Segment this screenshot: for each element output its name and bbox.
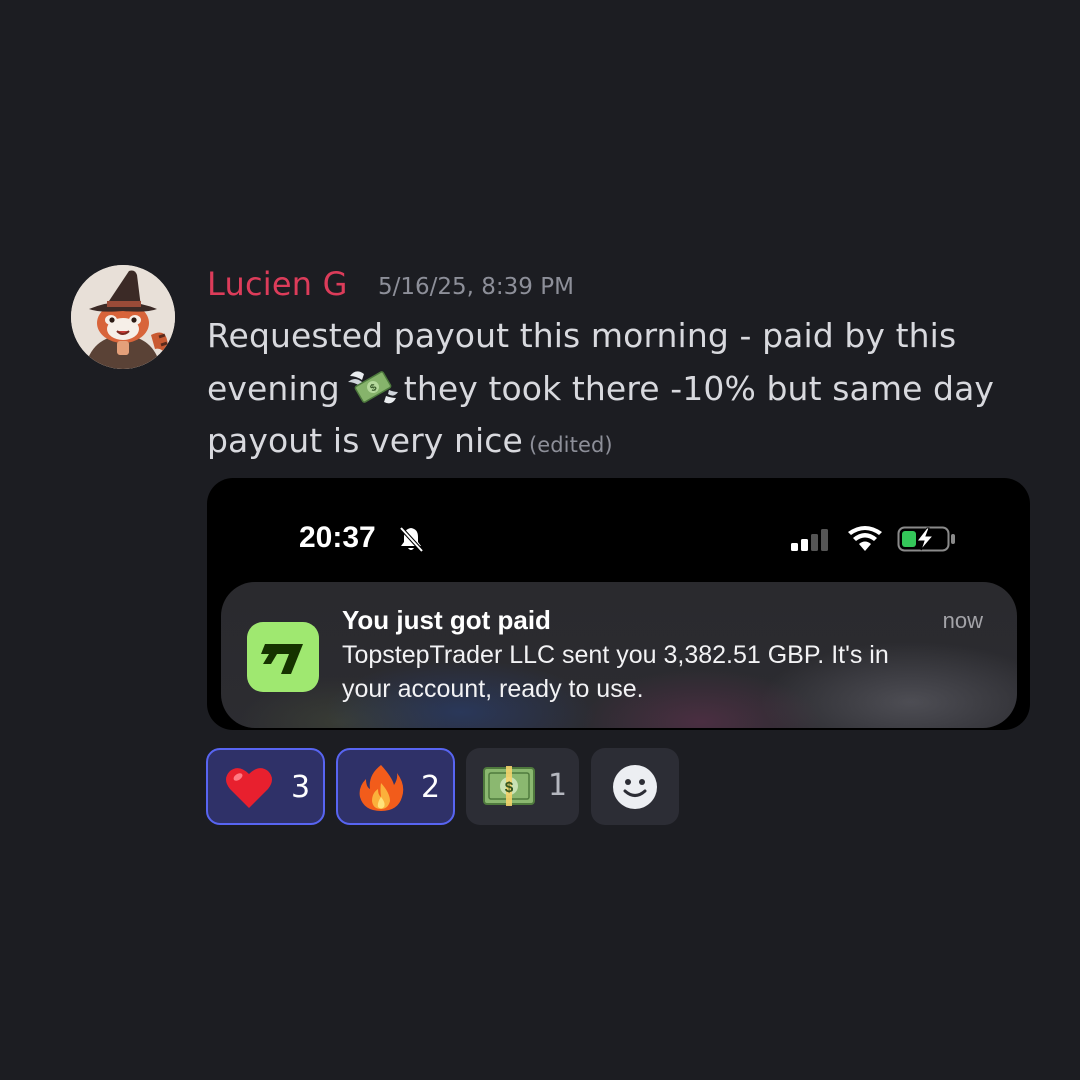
edited-label: (edited) [528,433,613,457]
reaction-fire[interactable]: 2 [336,748,455,825]
notification-time: now [942,608,983,633]
notification-body-line: TopstepTrader LLC sent you 3,382.51 GBP.… [342,641,889,669]
fire-icon [359,765,404,811]
payment-notification: You just got paid now TopstepTrader LLC … [221,582,1017,728]
reaction-count: 3 [291,770,311,805]
message-line-text: evening [207,368,340,408]
heart-icon [226,768,272,808]
wise-app-icon [247,622,319,692]
reaction-count: 2 [421,770,441,805]
message-line-text: they took there -10% but same day [403,368,995,408]
message-line: Requested payout this morning - paid by … [207,316,957,355]
image-attachment[interactable]: 20:37 You just got paid now TopstepTrade… [207,478,1030,730]
message-timestamp: 5/16/25, 8:39 PM [378,274,574,300]
battery-charging-icon [897,526,955,552]
reaction-heart[interactable]: 3 [206,748,325,825]
author-name[interactable]: Lucien G [207,262,348,306]
message-line: payout is very nice (edited) [207,415,1007,472]
notification-body: TopstepTrader LLC sent you 3,382.51 GBP.… [342,638,1002,706]
avatar[interactable] [71,265,175,369]
message-content: Requested payout this morning - paid by … [207,310,1007,472]
signal-icon [791,529,828,551]
message-line-text: payout is very nice [207,421,523,460]
smile-icon [613,765,657,809]
notification-title: You just got paid [342,605,551,635]
bell-off-icon [399,526,424,553]
dollar-banknote-icon: $ $ [483,766,535,806]
wifi-icon [848,526,882,551]
money-with-wings-icon: $ [347,370,398,403]
status-bar-time: 20:37 [299,521,376,554]
svg-text:$: $ [505,779,514,796]
add-reaction-button[interactable] [591,748,679,825]
reaction-dollar[interactable]: $ $ 1 [466,748,579,825]
message-line: evening $ they took there -10% but same … [207,363,1007,416]
reaction-count: 1 [548,768,568,803]
red-panda-witch-avatar [71,265,175,369]
notification-body-line: your account, ready to use. [342,675,644,703]
